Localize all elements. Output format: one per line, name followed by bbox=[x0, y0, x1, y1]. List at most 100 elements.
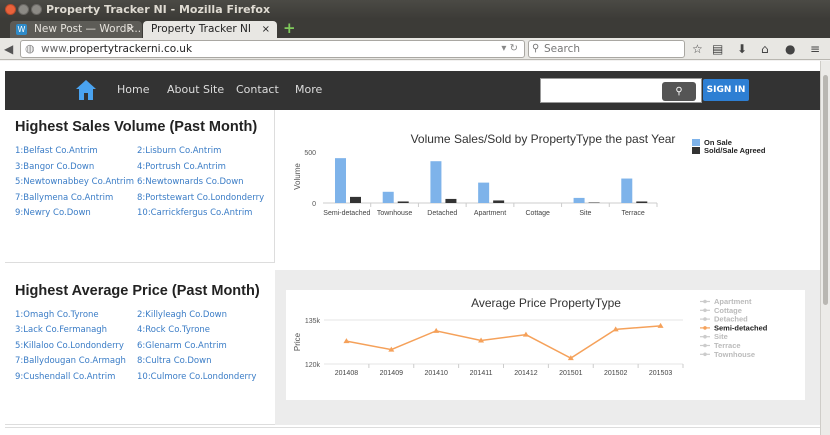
legend-swatch bbox=[692, 139, 700, 146]
legend-label: Apartment bbox=[714, 297, 752, 306]
sales-link[interactable]: 8:Portstewart Co.Londonderry bbox=[137, 193, 264, 204]
bar-sold-sale-agreed bbox=[636, 201, 648, 203]
x-tick-label: 201411 bbox=[470, 370, 493, 377]
price-link[interactable]: 3:Lack Co.Fermanagh bbox=[15, 325, 107, 336]
bar-on-sale bbox=[430, 161, 442, 203]
x-tick-label: 201408 bbox=[335, 370, 358, 377]
chat-icon[interactable]: ● bbox=[785, 41, 795, 57]
legend-label: Site bbox=[714, 332, 728, 341]
sales-link[interactable]: 5:Newtownabbey Co.Antrim bbox=[15, 177, 134, 188]
sales-volume-section: Highest Sales Volume (Past Month) 1:Belf… bbox=[5, 110, 820, 263]
browser-navbar: ◀ ◍ www.propertytrackerni.co.uk ▾ ↻ ⚲ Sea… bbox=[0, 38, 830, 60]
site-search-button[interactable]: ⚲ bbox=[662, 82, 696, 101]
data-point bbox=[343, 338, 350, 344]
legend-label: Semi-detached bbox=[714, 323, 768, 332]
price-link[interactable]: 6:Glenarm Co.Antrim bbox=[137, 341, 227, 352]
tab-property-tracker[interactable]: Property Tracker NI × bbox=[143, 21, 277, 38]
price-chart-panel: Average Price PropertyType 135k 120k Price 2… bbox=[275, 270, 820, 425]
new-tab-button[interactable]: + bbox=[283, 21, 296, 36]
price-link[interactable]: 5:Killaloo Co.Londonderry bbox=[15, 341, 124, 352]
bar-sold-sale-agreed bbox=[445, 198, 457, 203]
sales-heading: Highest Sales Volume (Past Month) bbox=[15, 119, 258, 135]
x-tick-label: Cottage bbox=[525, 210, 550, 217]
window-close-button[interactable] bbox=[5, 4, 16, 15]
scrollbar-thumb[interactable] bbox=[823, 75, 828, 305]
x-tick-label: Site bbox=[579, 210, 591, 217]
y-tick-label: 500 bbox=[304, 150, 316, 157]
url-dropdown-reload-icon[interactable]: ▾ ↻ bbox=[501, 41, 518, 57]
legend-marker bbox=[703, 299, 707, 304]
x-tick-label: Terrace bbox=[621, 210, 644, 217]
house-logo-icon[interactable] bbox=[75, 79, 97, 101]
nav-more[interactable]: More bbox=[295, 83, 322, 97]
sales-link[interactable]: 6:Newtownards Co.Down bbox=[137, 177, 244, 188]
star-icon[interactable]: ☆ bbox=[692, 41, 703, 57]
url-bar[interactable]: ◍ www.propertytrackerni.co.uk ▾ ↻ bbox=[20, 40, 525, 58]
bookmarks-icon[interactable]: ▤ bbox=[712, 41, 723, 57]
wordpress-icon: W bbox=[16, 24, 27, 35]
sales-link[interactable]: 2:Lisburn Co.Antrim bbox=[137, 146, 221, 157]
web-page: Home About Site Contact More ⚲ SIGN IN H… bbox=[0, 61, 820, 435]
x-tick-label: 201409 bbox=[380, 370, 403, 377]
window-minimize-button[interactable] bbox=[18, 4, 29, 15]
data-point bbox=[433, 327, 440, 333]
sign-in-button[interactable]: SIGN IN bbox=[703, 79, 749, 101]
url-prefix: www. bbox=[41, 43, 70, 55]
home-icon[interactable]: ⌂ bbox=[761, 41, 769, 57]
price-link[interactable]: 7:Ballydougan Co.Armagh bbox=[15, 356, 126, 367]
price-link[interactable]: 2:Killyleagh Co.Down bbox=[137, 310, 227, 321]
legend-label: Sold/Sale Agreed bbox=[704, 146, 766, 155]
tab-bar: W New Post — WordP... × Property Tracker… bbox=[0, 19, 830, 38]
legend-label: Townhouse bbox=[714, 350, 755, 359]
price-link[interactable]: 8:Cultra Co.Down bbox=[137, 356, 211, 367]
data-point bbox=[522, 331, 529, 337]
download-icon[interactable]: ⬇ bbox=[737, 41, 747, 57]
price-link[interactable]: 4:Rock Co.Tyrone bbox=[137, 325, 210, 336]
sales-link[interactable]: 4:Portrush Co.Antrim bbox=[137, 162, 226, 173]
tab-new-post[interactable]: W New Post — WordP... × bbox=[10, 21, 142, 38]
price-list-panel: Highest Average Price (Past Month) 1:Oma… bbox=[5, 270, 275, 424]
x-tick-label: Apartment bbox=[474, 210, 506, 217]
price-link[interactable]: 10:Culmore Co.Londonderry bbox=[137, 372, 256, 383]
window-titlebar: Property Tracker NI - Mozilla Firefox bbox=[0, 0, 830, 19]
sales-link[interactable]: 10:Carrickfergus Co.Antrim bbox=[137, 208, 252, 219]
nav-home[interactable]: Home bbox=[117, 83, 149, 97]
sales-link[interactable]: 7:Ballymena Co.Antrim bbox=[15, 193, 113, 204]
price-link[interactable]: 1:Omagh Co.Tyrone bbox=[15, 310, 99, 321]
x-tick-label: 201503 bbox=[649, 370, 672, 377]
browser-search-input[interactable]: ⚲ Search bbox=[528, 40, 685, 58]
sales-link[interactable]: 3:Bangor Co.Down bbox=[15, 162, 94, 173]
y-tick-label: 120k bbox=[305, 362, 321, 369]
tab-label: New Post — WordP... bbox=[34, 23, 142, 35]
tab-label: Property Tracker NI bbox=[151, 23, 251, 35]
y-axis-label: Price bbox=[293, 332, 302, 351]
window-maximize-button[interactable] bbox=[31, 4, 42, 15]
legend-marker bbox=[703, 326, 707, 330]
legend-marker bbox=[703, 317, 707, 321]
bar-sold-sale-agreed bbox=[493, 200, 505, 203]
back-icon[interactable]: ◀ bbox=[4, 41, 13, 57]
sales-link[interactable]: 9:Newry Co.Down bbox=[15, 208, 91, 219]
nav-about-site[interactable]: About Site bbox=[167, 83, 224, 97]
tab-close-icon[interactable]: × bbox=[262, 21, 270, 38]
legend-marker bbox=[703, 343, 707, 348]
bar-on-sale bbox=[335, 158, 346, 203]
globe-icon: ◍ bbox=[25, 42, 35, 55]
search-icon: ⚲ bbox=[532, 43, 540, 54]
nav-contact[interactable]: Contact bbox=[236, 83, 279, 97]
section-divider bbox=[5, 427, 820, 428]
search-icon: ⚲ bbox=[675, 86, 683, 97]
menu-icon[interactable]: ≡ bbox=[810, 41, 820, 57]
price-link[interactable]: 9:Cushendall Co.Antrim bbox=[15, 372, 115, 383]
url-domain: propertytrackerni.co.uk bbox=[69, 43, 193, 55]
bar-sold-sale-agreed bbox=[588, 202, 600, 203]
sales-link[interactable]: 1:Belfast Co.Antrim bbox=[15, 146, 98, 157]
tab-close-icon[interactable]: × bbox=[127, 21, 135, 38]
x-tick-label: 201501 bbox=[559, 370, 582, 377]
page-scrollbar[interactable] bbox=[820, 61, 830, 435]
y-tick-label: 135k bbox=[305, 318, 321, 325]
volume-bar-chart: Volume Sales/Sold by PropertyType the pa… bbox=[293, 132, 766, 217]
price-chart-card: Average Price PropertyType 135k 120k Price 2… bbox=[286, 290, 805, 400]
chart-title: Volume Sales/Sold by PropertyType the pa… bbox=[411, 132, 676, 146]
price-heading: Highest Average Price (Past Month) bbox=[15, 283, 260, 299]
